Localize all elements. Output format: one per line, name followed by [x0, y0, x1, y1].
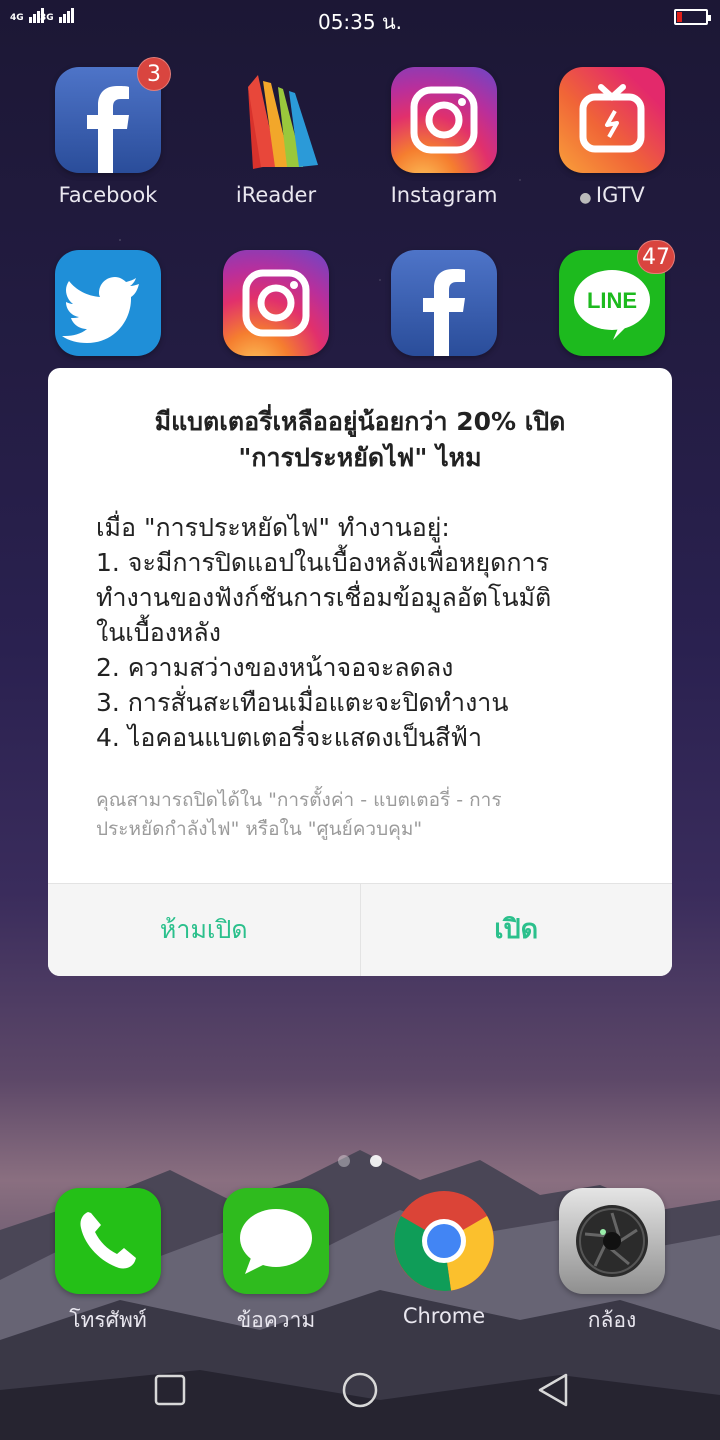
notification-badge: 47	[637, 240, 675, 274]
app-label: โทรศัพท์	[69, 1308, 147, 1332]
home-screen: 4G 3G 05:35 น. 3 Facebook iReader Instag…	[0, 0, 720, 1440]
app-phone[interactable]: โทรศัพท์	[38, 1188, 178, 1337]
app-label: Instagram	[390, 183, 498, 207]
ireader-icon	[223, 67, 329, 173]
line-icon: LINE 47	[559, 240, 675, 356]
dialog-title-line: มีแบตเตอรี่เหลืออยู่น้อยกว่า 20% เปิด	[154, 407, 566, 436]
dialog-note: คุณสามารถปิดได้ใน "การตั้งค่า - แบตเตอรี…	[96, 786, 612, 844]
app-igtv[interactable]: ● IGTV	[542, 67, 682, 207]
instagram-icon	[391, 67, 497, 173]
navigation-bar	[0, 1350, 720, 1440]
igtv-icon	[559, 67, 665, 173]
facebook-icon	[391, 250, 497, 356]
dialog-body-line: 2. ความสว่างของหน้าจอจะลดลง	[96, 653, 454, 682]
line-logo-text: LINE	[587, 288, 637, 313]
dialog-body-line: 1. จะมีการปิดแอปในเบื้องหลังเพื่อหยุดการ	[96, 548, 550, 577]
camera-icon	[559, 1188, 665, 1294]
dialog-title: มีแบตเตอรี่เหลืออยู่น้อยกว่า 20% เปิด "ก…	[88, 404, 632, 476]
app-label: Facebook	[58, 183, 158, 207]
dialog-body: เมื่อ "การประหยัดไฟ" ทำงานอยู่: 1. จะมีก…	[96, 510, 632, 755]
app-instagram-2[interactable]	[206, 250, 346, 356]
dialog-body-line: ทำงานของฟังก์ชันการเชื่อมข้อมูลอัตโนมัติ	[96, 583, 552, 612]
messages-icon	[223, 1188, 329, 1294]
app-label: ● IGTV	[542, 183, 682, 207]
app-instagram[interactable]: Instagram	[374, 67, 514, 207]
recents-icon[interactable]	[152, 1372, 188, 1408]
facebook-icon: 3	[55, 57, 171, 173]
dialog-title-line: "การประหยัดไฟ" ไหม	[238, 443, 482, 472]
app-messages[interactable]: ข้อความ	[206, 1188, 346, 1337]
app-label: iReader	[235, 183, 317, 207]
dialog-note-line: ประหยัดกำลังไฟ" หรือใน "ศูนย์ควบคุม"	[96, 818, 423, 840]
twitter-icon	[55, 250, 161, 356]
chrome-icon	[391, 1188, 497, 1294]
app-ireader[interactable]: iReader	[206, 67, 346, 207]
app-facebook-2[interactable]	[374, 250, 514, 356]
instagram-icon	[223, 250, 329, 356]
enable-button[interactable]: เปิด	[359, 884, 673, 976]
home-icon[interactable]	[340, 1372, 380, 1412]
status-bar: 4G 3G 05:35 น.	[0, 0, 720, 36]
status-clock: 05:35 น.	[317, 10, 403, 34]
app-twitter[interactable]	[38, 250, 178, 356]
app-label: กล้อง	[587, 1308, 637, 1332]
dialog-body-line: ในเบื้องหลัง	[96, 618, 221, 647]
battery-saver-dialog: มีแบตเตอรี่เหลืออยู่น้อยกว่า 20% เปิด "ก…	[48, 368, 672, 976]
battery-icon	[674, 9, 711, 25]
app-camera[interactable]: กล้อง	[542, 1188, 682, 1337]
page-dot	[338, 1155, 350, 1167]
dialog-body-line: 3. การสั่นสะเทือนเมื่อแตะจะปิดทำงาน	[96, 688, 509, 717]
page-indicator	[0, 1152, 720, 1171]
notification-badge: 3	[137, 57, 171, 91]
app-label-text: IGTV	[595, 183, 645, 207]
app-label: ข้อความ	[236, 1308, 316, 1332]
dialog-body-line: เมื่อ "การประหยัดไฟ" ทำงานอยู่:	[96, 513, 450, 542]
phone-icon	[55, 1188, 161, 1294]
page-dot-active	[370, 1155, 382, 1167]
app-facebook[interactable]: 3 Facebook	[38, 57, 178, 207]
dialog-buttons: ห้ามเปิด เปิด	[48, 883, 672, 976]
back-icon[interactable]	[536, 1372, 572, 1408]
app-label: Chrome	[402, 1304, 486, 1328]
dialog-body-line: 4. ไอคอนแบตเตอรี่จะแสดงเป็นสีฟ้า	[96, 723, 483, 752]
app-line[interactable]: LINE 47	[542, 240, 682, 356]
dialog-note-line: คุณสามารถปิดได้ใน "การตั้งค่า - แบตเตอรี…	[96, 789, 502, 811]
app-chrome[interactable]: Chrome	[374, 1188, 514, 1328]
new-dot-icon: ●	[579, 190, 596, 206]
cancel-button[interactable]: ห้ามเปิด	[48, 884, 360, 976]
